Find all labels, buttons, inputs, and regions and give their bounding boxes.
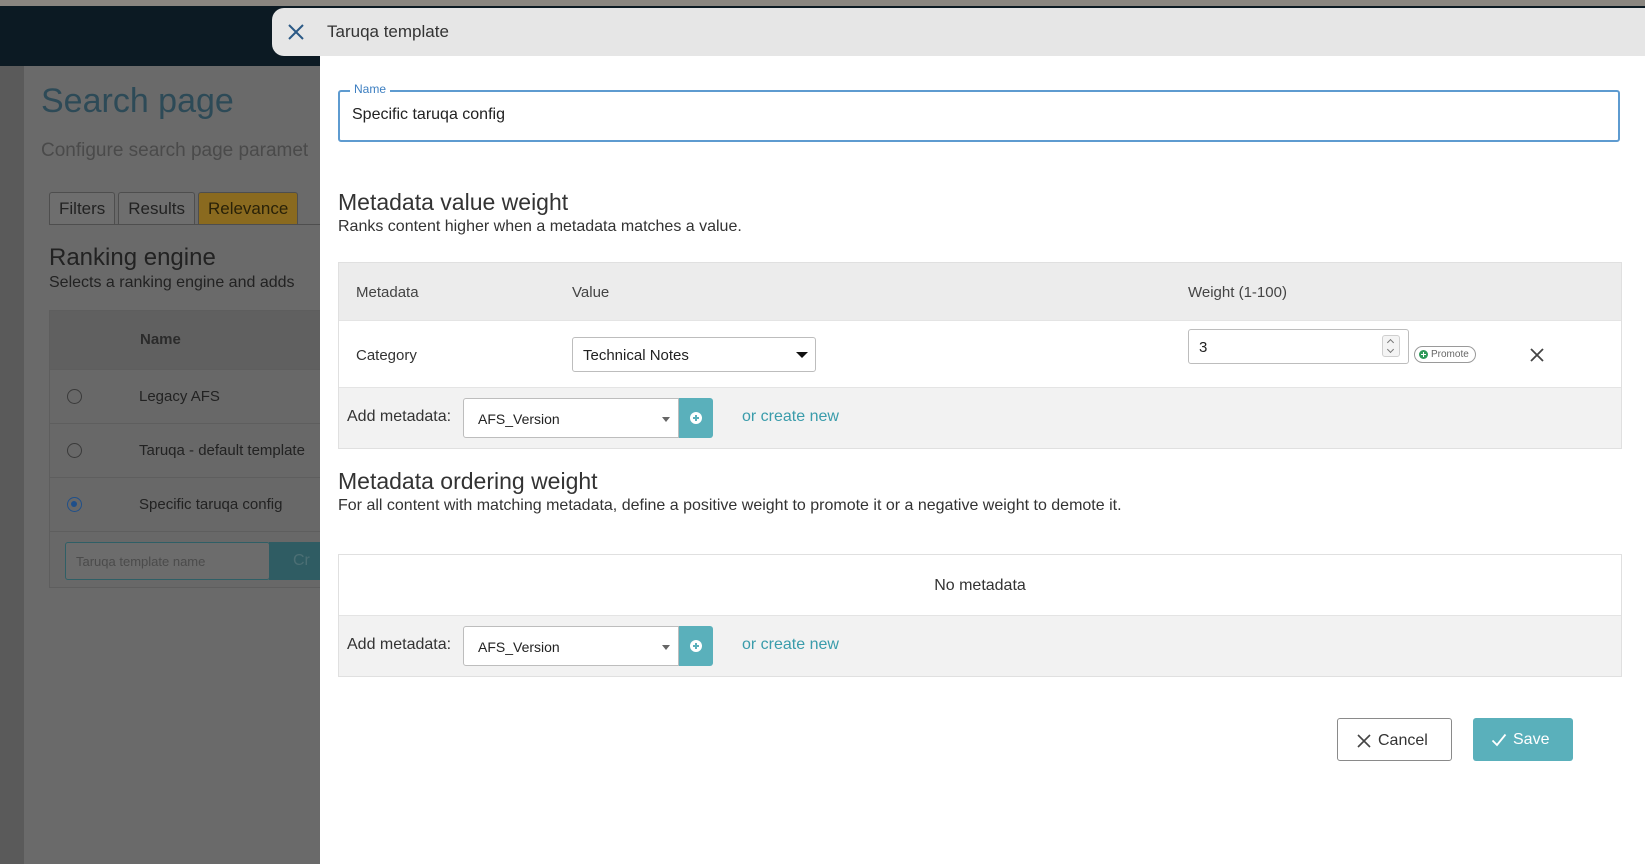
close-icon [288,24,304,40]
column-value: Value [572,284,610,301]
add-metadata-select[interactable]: AFS_Version [463,398,679,438]
add-metadata-row: Add metadata: AFS_Version or create new [339,616,1621,676]
weight-value: 3 [1199,339,1208,356]
promote-button[interactable]: Promote [1414,346,1476,363]
check-icon [1491,733,1507,747]
caret-down-icon [662,417,670,422]
row-label: Specific taruqa config [139,496,283,513]
save-label: Save [1513,731,1550,748]
caret-down-icon [662,645,670,650]
panel-header: Taruqa template [272,8,1645,56]
add-metadata-label: Add metadata: [347,408,452,425]
plus-circle-icon [690,412,702,424]
radio-specific-taruqa[interactable] [67,497,82,512]
empty-state: No metadata [339,555,1621,616]
column-metadata: Metadata [356,284,419,301]
cancel-button[interactable]: Cancel [1337,718,1452,761]
table-row[interactable]: Legacy AFS [50,369,334,423]
add-metadata-row: Add metadata: AFS_Version or create new [339,388,1621,448]
sidebar [0,66,24,864]
value-weight-title: Metadata value weight [338,189,569,215]
caret-down-icon [796,352,808,358]
row-metadata: Category [356,347,417,364]
close-panel-button[interactable] [272,8,320,56]
page-title: Search page [41,82,234,120]
column-weight: Weight (1-100) [1188,284,1287,301]
ranking-engine-description: Selects a ranking engine and adds [49,274,295,291]
template-name-placeholder: Taruqa template name [76,554,206,569]
tab-bar: Filters Results Relevance [49,192,299,224]
page-subtitle: Configure search page paramet [41,140,309,161]
plus-circle-icon [1419,350,1428,359]
plus-circle-icon [690,640,702,652]
add-metadata-select-text: AFS_Version [478,639,560,655]
tab-relevance[interactable]: Relevance [197,192,299,224]
table-header: Name [50,311,334,369]
ranking-engine-title: Ranking engine [49,244,216,271]
add-metadata-button[interactable] [679,626,713,666]
row-label: Legacy AFS [139,388,220,405]
name-input[interactable] [352,106,1592,124]
ranking-engine-table: Name Legacy AFS Taruqa - default templat… [49,310,334,588]
promote-label: Promote [1431,349,1469,360]
tab-results[interactable]: Results [118,192,195,224]
table-row[interactable]: Taruqa - default template [50,423,334,477]
cancel-label: Cancel [1378,732,1428,749]
create-template-row: Taruqa template name Cr [50,531,334,587]
value-weight-table: Metadata Value Weight (1-100) Category T… [338,262,1622,449]
name-label: Name [350,82,391,96]
close-icon [1357,734,1371,748]
add-metadata-select[interactable]: AFS_Version [463,626,679,666]
save-button[interactable]: Save [1473,718,1573,761]
panel-title: Taruqa template [327,22,449,41]
add-metadata-button[interactable] [679,398,713,438]
add-metadata-label: Add metadata: [347,636,452,653]
row-label: Taruqa - default template [139,442,305,459]
table-row[interactable]: Specific taruqa config [50,477,334,531]
tab-divider [49,224,334,225]
create-button-label: Cr [293,552,310,569]
table-header: Metadata Value Weight (1-100) [339,263,1621,320]
ordering-weight-title: Metadata ordering weight [338,468,598,494]
column-name: Name [140,331,181,348]
name-field[interactable]: Name [338,82,1620,142]
create-new-link[interactable]: or create new [742,408,839,426]
template-panel: Name Metadata value weight Ranks content… [320,56,1645,864]
ordering-weight-description: For all content with matching metadata, … [338,497,1122,514]
ordering-weight-table: No metadata Add metadata: AFS_Version or… [338,554,1622,677]
template-name-input[interactable]: Taruqa template name [65,542,270,580]
table-row: Category Technical Notes 3 Promote [339,320,1621,388]
create-new-link[interactable]: or create new [742,636,839,654]
background-page: Search page Configure search page parame… [24,66,334,864]
value-select-text: Technical Notes [583,347,689,364]
radio-legacy-afs[interactable] [67,389,82,404]
tab-filters[interactable]: Filters [49,192,116,224]
radio-taruqa-default[interactable] [67,443,82,458]
empty-message: No metadata [934,577,1026,594]
add-metadata-select-text: AFS_Version [478,411,560,427]
stepper-icon[interactable] [1382,335,1400,357]
weight-input[interactable]: 3 [1188,329,1409,364]
value-weight-description: Ranks content higher when a metadata mat… [338,218,742,235]
value-select[interactable]: Technical Notes [572,337,816,372]
remove-row-icon[interactable] [1527,345,1547,365]
